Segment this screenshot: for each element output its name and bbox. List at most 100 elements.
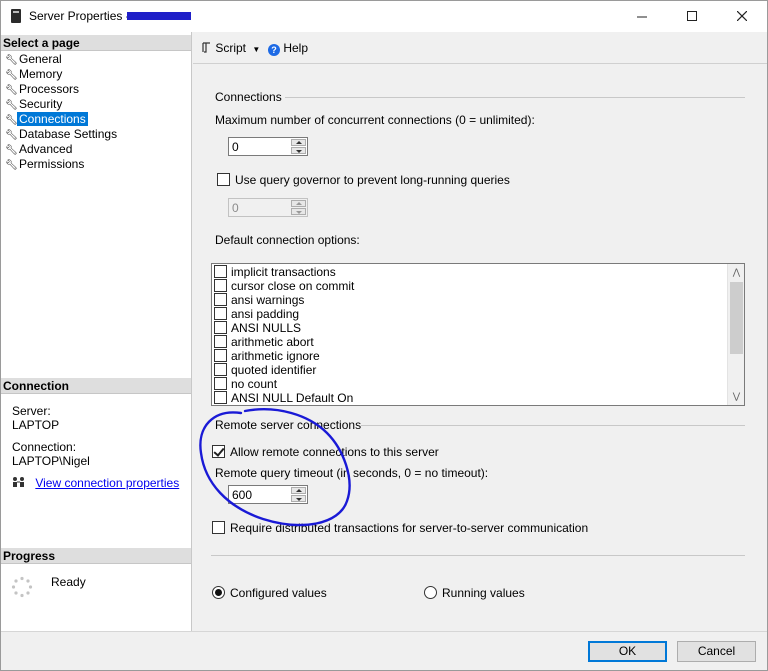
page-item-advanced[interactable]: 🔧︎Advanced bbox=[5, 142, 119, 157]
option-label: arithmetic abort bbox=[231, 335, 314, 349]
page-label: Memory bbox=[19, 67, 63, 81]
option-checkbox[interactable] bbox=[214, 363, 227, 376]
list-item[interactable]: arithmetic ignore bbox=[214, 349, 320, 363]
list-item[interactable]: no count bbox=[214, 377, 277, 391]
page-label: Processors bbox=[19, 82, 80, 96]
list-item[interactable]: ansi warnings bbox=[214, 293, 304, 307]
remote-group-line bbox=[361, 425, 745, 426]
page-label: Connections bbox=[17, 112, 88, 126]
option-checkbox[interactable] bbox=[214, 293, 227, 306]
progress-header: Progress bbox=[1, 548, 191, 564]
option-label: cursor close on commit bbox=[231, 279, 355, 293]
list-item[interactable]: cursor close on commit bbox=[214, 279, 354, 293]
spin-up-button[interactable] bbox=[291, 139, 306, 146]
list-item[interactable]: ANSI NULLS bbox=[214, 321, 301, 335]
list-item[interactable]: ansi padding bbox=[214, 307, 299, 321]
remote-timeout-label: Remote query timeout (in seconds, 0 = no… bbox=[215, 466, 489, 480]
page-item-security[interactable]: 🔧︎Security bbox=[5, 97, 119, 112]
list-item[interactable]: ANSI NULL Default On bbox=[214, 391, 353, 405]
max-connections-label: Maximum number of concurrent connections… bbox=[215, 113, 535, 127]
max-connections-stepper[interactable]: 0 bbox=[228, 137, 308, 156]
server-label: Server: bbox=[12, 404, 51, 418]
list-scrollbar[interactable]: ⋀ ⋁ bbox=[727, 264, 744, 405]
configured-values-radio[interactable] bbox=[212, 586, 225, 599]
close-button[interactable] bbox=[719, 1, 765, 32]
connection-label: Connection: bbox=[12, 440, 77, 454]
option-label: implicit transactions bbox=[231, 265, 336, 279]
spin-down-button[interactable] bbox=[291, 495, 306, 502]
option-checkbox[interactable] bbox=[214, 391, 227, 404]
remote-timeout-stepper[interactable]: 600 bbox=[228, 485, 308, 504]
option-label: quoted identifier bbox=[231, 363, 317, 377]
default-options-list[interactable]: implicit transactions cursor close on co… bbox=[211, 263, 745, 406]
option-checkbox[interactable] bbox=[214, 377, 227, 390]
spin-up-button[interactable] bbox=[291, 487, 306, 494]
distributed-transactions-label: Require distributed transactions for ser… bbox=[230, 521, 589, 535]
option-checkbox[interactable] bbox=[214, 321, 227, 334]
page-item-database-settings[interactable]: 🔧︎Database Settings bbox=[5, 127, 119, 142]
toolbar: Script ▼ ? Help bbox=[193, 32, 767, 64]
page-item-general[interactable]: 🔧︎General bbox=[5, 52, 119, 67]
ok-button[interactable]: OK bbox=[588, 641, 667, 662]
wrench-icon: 🔧︎ bbox=[5, 55, 18, 66]
separator-line bbox=[211, 555, 745, 556]
connections-group-line bbox=[285, 97, 745, 98]
help-button[interactable]: ? Help bbox=[268, 41, 308, 56]
remote-timeout-value: 600 bbox=[232, 488, 253, 502]
cancel-button[interactable]: Cancel bbox=[677, 641, 756, 662]
scroll-thumb[interactable] bbox=[730, 282, 743, 354]
wrench-icon: 🔧︎ bbox=[5, 130, 18, 141]
option-checkbox[interactable] bbox=[214, 307, 227, 320]
view-connection-properties[interactable]: View connection properties bbox=[12, 476, 179, 490]
option-checkbox[interactable] bbox=[214, 279, 227, 292]
page-item-connections[interactable]: 🔧︎Connections bbox=[5, 112, 119, 127]
query-governor-checkbox[interactable] bbox=[217, 173, 230, 186]
connection-header: Connection bbox=[1, 378, 191, 394]
query-governor-label: Use query governor to prevent long-runni… bbox=[235, 173, 510, 187]
help-label: Help bbox=[283, 41, 309, 55]
list-item[interactable]: implicit transactions bbox=[214, 265, 336, 279]
running-values-label: Running values bbox=[442, 586, 525, 600]
maximize-icon bbox=[687, 11, 697, 21]
list-item[interactable]: arithmetic abort bbox=[214, 335, 314, 349]
close-icon bbox=[736, 10, 748, 22]
wrench-icon: 🔧︎ bbox=[5, 70, 18, 81]
page-item-permissions[interactable]: 🔧︎Permissions bbox=[5, 157, 119, 172]
maximize-button[interactable] bbox=[669, 1, 715, 32]
page-label: Permissions bbox=[19, 157, 85, 171]
chevron-down-icon: ▼ bbox=[252, 45, 261, 54]
connection-properties-icon bbox=[13, 477, 24, 487]
minimize-icon bbox=[637, 16, 647, 18]
running-values-radio[interactable] bbox=[424, 586, 437, 599]
spin-down-button[interactable] bbox=[291, 147, 306, 154]
scroll-up-icon[interactable]: ⋀ bbox=[728, 264, 744, 281]
server-icon bbox=[11, 9, 21, 23]
minimize-button[interactable] bbox=[619, 1, 665, 32]
list-item[interactable]: quoted identifier bbox=[214, 363, 316, 377]
help-icon: ? bbox=[268, 44, 280, 56]
title-bar: Server Properties - bbox=[1, 1, 767, 32]
page-item-memory[interactable]: 🔧︎Memory bbox=[5, 67, 119, 82]
script-icon bbox=[202, 42, 210, 53]
connection-value: LAPTOP\Nigel bbox=[12, 454, 90, 468]
page-label: Security bbox=[19, 97, 63, 111]
page-item-processors[interactable]: 🔧︎Processors bbox=[5, 82, 119, 97]
view-connection-link[interactable]: View connection properties bbox=[35, 476, 179, 490]
option-label: ansi padding bbox=[231, 307, 300, 321]
server-value: LAPTOP bbox=[12, 418, 60, 432]
allow-remote-checkbox[interactable] bbox=[212, 445, 225, 458]
scroll-down-icon[interactable]: ⋁ bbox=[728, 388, 744, 405]
server-properties-window: Server Properties - Select a page 🔧︎Gene… bbox=[0, 0, 768, 671]
script-button[interactable]: Script ▼ bbox=[201, 41, 260, 55]
select-page-header: Select a page bbox=[1, 35, 191, 51]
option-checkbox[interactable] bbox=[214, 349, 227, 362]
option-checkbox[interactable] bbox=[214, 335, 227, 348]
wrench-icon: 🔧︎ bbox=[5, 115, 18, 126]
option-checkbox[interactable] bbox=[214, 265, 227, 278]
redaction-mark bbox=[127, 12, 191, 20]
option-label: ANSI NULL Default On bbox=[231, 391, 354, 405]
option-label: ansi warnings bbox=[231, 293, 305, 307]
wrench-icon: 🔧︎ bbox=[5, 145, 18, 156]
distributed-transactions-checkbox[interactable] bbox=[212, 521, 225, 534]
default-options-label: Default connection options: bbox=[215, 233, 360, 247]
